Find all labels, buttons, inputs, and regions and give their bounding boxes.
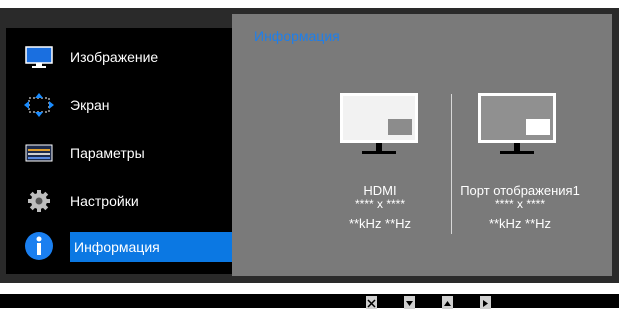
menu-item-label: Информация: [74, 239, 160, 255]
up-key-icon[interactable]: [442, 296, 453, 309]
close-key-icon[interactable]: [366, 296, 377, 309]
port-frequency: **kHz **Hz: [348, 216, 412, 231]
menu-item-picture[interactable]: Изображение: [6, 42, 232, 72]
port-info-displayport: Порт отображения1 **** x **** **kHz **Hz: [452, 184, 588, 231]
menu-item-information[interactable]: Информация: [70, 232, 232, 262]
menu-item-settings[interactable]: Настройки: [6, 186, 232, 216]
information-panel: Информация HDMI **** x **** **kHz **Hz П…: [232, 14, 612, 276]
info-icon: [24, 231, 54, 261]
monitor-icon: [24, 45, 54, 69]
menu-item-parameters[interactable]: Параметры: [6, 138, 232, 168]
monitor-pip-bottom-right-icon: [340, 93, 418, 162]
menu-item-label: Экран: [70, 97, 110, 113]
menu-item-label: Настройки: [70, 193, 139, 209]
resize-arrows-icon: [24, 93, 54, 117]
bottom-key-bar: [0, 294, 619, 308]
menu-item-screen[interactable]: Экран: [6, 90, 232, 120]
port-resolution: **** x ****: [494, 197, 546, 211]
port-frequency: **kHz **Hz: [488, 216, 552, 231]
port-resolution: **** x ****: [354, 197, 406, 211]
monitor-pip-bottom-right-icon: [478, 93, 556, 162]
port-info-hdmi: HDMI **** x **** **kHz **Hz: [320, 184, 440, 231]
port-name: HDMI: [363, 183, 397, 198]
right-key-icon[interactable]: [480, 296, 491, 309]
down-key-icon[interactable]: [404, 296, 415, 309]
gear-icon: [24, 189, 54, 213]
menu-item-label: Изображение: [70, 49, 159, 65]
sliders-icon: [24, 141, 54, 165]
panel-title: Информация: [254, 28, 340, 44]
osd-menu: Изображение Экран Параметры Настройки Ин…: [6, 28, 232, 274]
port-name: Порт отображения1: [460, 183, 580, 198]
menu-item-label: Параметры: [70, 145, 145, 161]
